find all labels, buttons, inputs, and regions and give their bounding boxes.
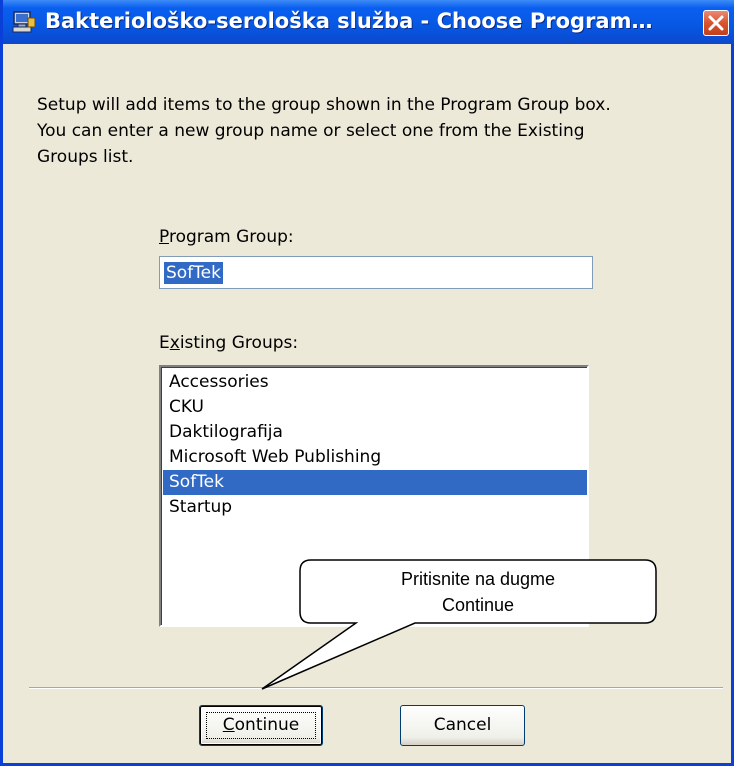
continue-mnemonic: C xyxy=(222,715,235,735)
program-group-value: SofTek xyxy=(164,262,223,284)
program-group-label-mnemonic: P xyxy=(159,227,169,247)
instructions-line: Setup will add items to the group shown … xyxy=(37,95,611,115)
program-group-label-text: rogram Group: xyxy=(168,227,294,247)
list-item-daktilografija[interactable]: Daktilografija xyxy=(163,420,587,445)
existing-groups-label-prefix: E xyxy=(159,333,170,353)
button-separator xyxy=(29,687,723,689)
program-group-label: Program Group: xyxy=(159,226,294,248)
setup-computer-icon xyxy=(11,9,37,35)
window-title: Bakteriološko-serološka služba - Choose … xyxy=(45,9,653,33)
callout-line: Continue xyxy=(441,595,515,615)
list-item-startup[interactable]: Startup xyxy=(163,495,587,520)
list-item-cku[interactable]: CKU xyxy=(163,395,587,420)
existing-groups-label-text: isting Groups: xyxy=(179,333,299,353)
list-item-softek[interactable]: SofTek xyxy=(163,470,587,495)
cancel-button[interactable]: Cancel xyxy=(400,705,525,746)
callout-line: Pritisnite na dugme xyxy=(400,569,556,589)
existing-groups-label: Existing Groups: xyxy=(159,332,298,354)
existing-groups-label-mnemonic: x xyxy=(169,333,180,353)
instructions-line: Groups list. xyxy=(37,147,134,167)
setup-dialog-window: Bakteriološko-serološka služba - Choose … xyxy=(0,0,734,766)
program-group-input[interactable]: SofTek xyxy=(159,256,593,289)
continue-button[interactable]: Continue xyxy=(199,705,323,746)
title-bar[interactable]: Bakteriološko-serološka služba - Choose … xyxy=(3,0,734,44)
close-button[interactable] xyxy=(703,10,729,36)
instructions-text: Setup will add items to the group shown … xyxy=(37,92,707,170)
list-item-accessories[interactable]: Accessories xyxy=(163,370,587,395)
close-icon xyxy=(708,15,724,31)
list-item-microsoft-web-publishing[interactable]: Microsoft Web Publishing xyxy=(163,445,587,470)
continue-label: ontinue xyxy=(234,715,300,735)
instructions-line: You can enter a new group name or select… xyxy=(37,121,585,141)
callout-text: Pritisnite na dugme Continue xyxy=(300,566,656,618)
